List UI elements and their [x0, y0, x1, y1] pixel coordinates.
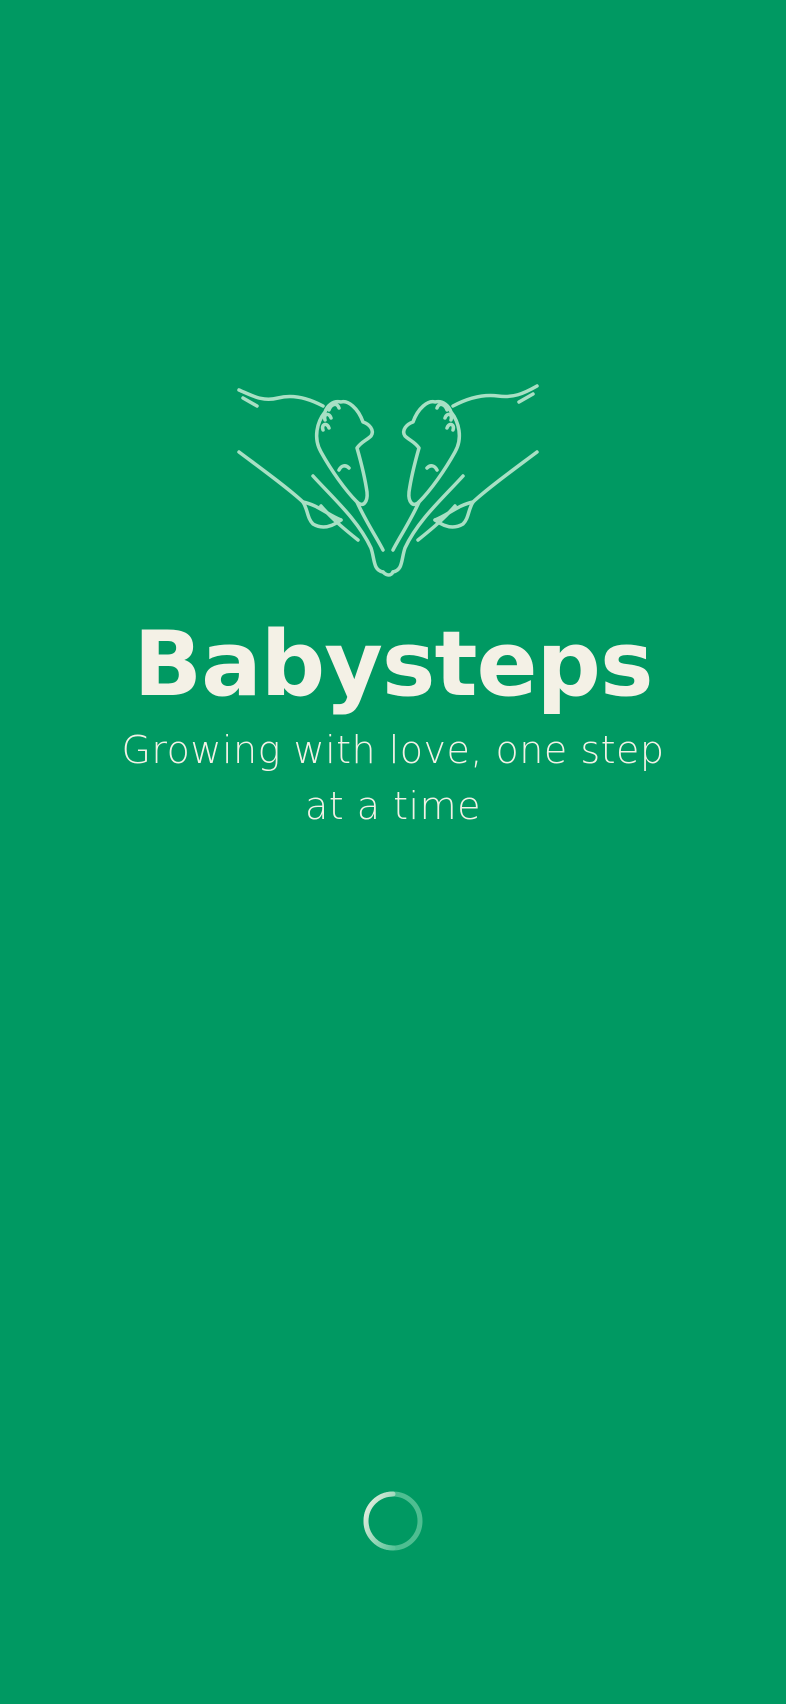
app-tagline: Growing with love, one step at a time — [121, 728, 665, 828]
loading-spinner-icon — [361, 1489, 425, 1553]
app-title: Babysteps — [133, 612, 653, 717]
hands-holding-baby-feet-icon — [233, 380, 543, 580]
splash-screen: Babysteps Growing with love, one step at… — [0, 0, 786, 1704]
